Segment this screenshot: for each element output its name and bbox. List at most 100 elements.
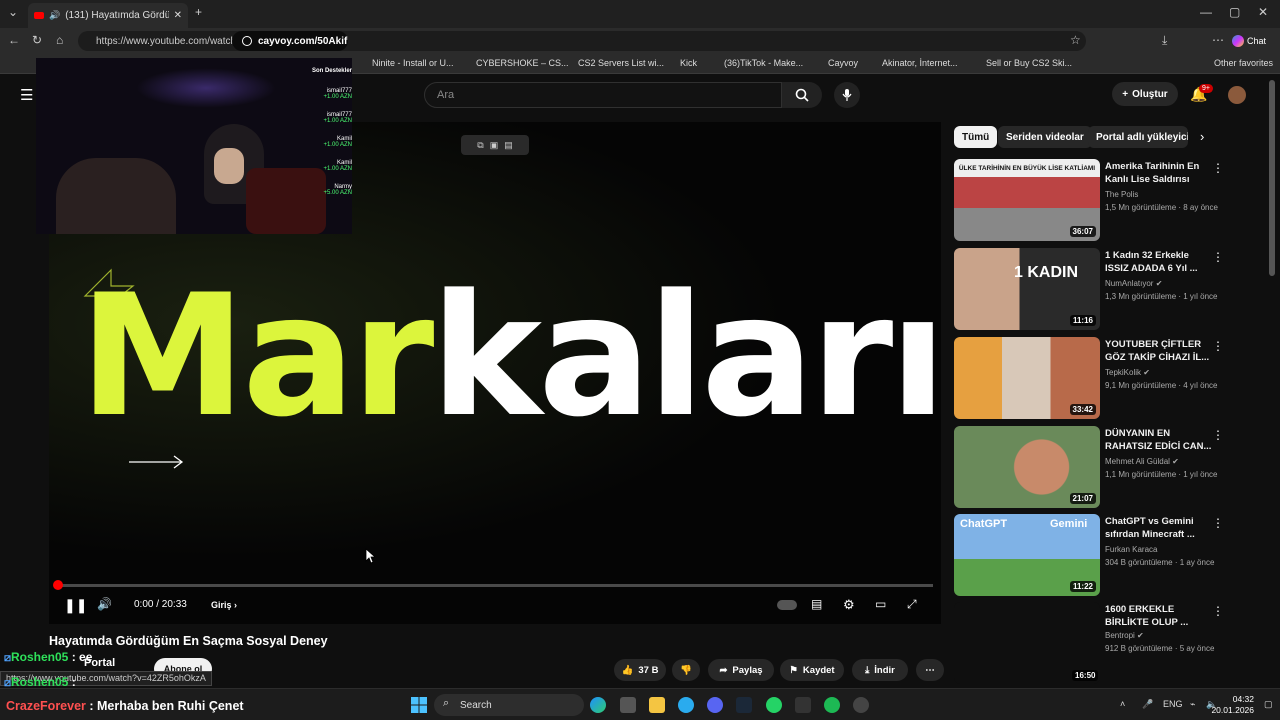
- pause-icon[interactable]: ❚❚: [64, 597, 87, 614]
- bookmark-item[interactable]: Kick: [680, 58, 697, 68]
- more-options-icon[interactable]: ⋮: [1212, 339, 1224, 353]
- theater-mode-icon[interactable]: ▭: [875, 597, 886, 611]
- subtitles-icon[interactable]: ▤: [811, 597, 822, 611]
- restore-icon[interactable]: ▢: [1229, 5, 1240, 19]
- progress-scrubber[interactable]: [53, 580, 63, 590]
- capture-icon[interactable]: ▣: [490, 140, 499, 151]
- channel-name[interactable]: NumAnlatıyor ✔: [1105, 279, 1162, 288]
- download-icon[interactable]: ⤓: [1162, 33, 1167, 48]
- notification-center-icon[interactable]: ▢: [1264, 699, 1273, 710]
- download-button[interactable]: ⤓ İndir: [852, 659, 908, 681]
- spotify-icon[interactable]: [824, 697, 840, 713]
- system-clock[interactable]: 04:32 20.01.2026: [1211, 694, 1254, 716]
- copilot-chat-button[interactable]: Chat: [1232, 32, 1274, 50]
- bookmark-item[interactable]: CS2 Servers List wi...: [578, 58, 664, 68]
- save-button[interactable]: ⚑ Kaydet: [780, 659, 844, 681]
- recommendation-item[interactable]: 33:42 YOUTUBER ÇİFTLER GÖZ TAKİP CİHAZI …: [954, 337, 1254, 421]
- tray-chevron-icon[interactable]: ˄: [1120, 699, 1125, 709]
- close-window-icon[interactable]: ✕: [1258, 5, 1268, 19]
- fullscreen-icon[interactable]: ⤢: [907, 597, 917, 612]
- more-options-icon[interactable]: ⋮: [1212, 428, 1224, 442]
- more-options-icon[interactable]: ⋮: [1212, 516, 1224, 530]
- more-actions-button[interactable]: ⋯: [916, 659, 944, 681]
- video-title[interactable]: 1 Kadın 32 Erkekle ISSIZ ADADA 6 Yıl ...: [1105, 249, 1213, 275]
- edge-icon[interactable]: [590, 697, 606, 713]
- dislike-button[interactable]: 👎: [672, 659, 700, 681]
- more-options-icon[interactable]: ⋮: [1212, 161, 1224, 175]
- windows-start-icon[interactable]: [411, 697, 427, 713]
- channel-name[interactable]: TepkiKolik ✔: [1105, 368, 1150, 377]
- language-indicator[interactable]: ENG: [1163, 699, 1183, 709]
- pip-icon[interactable]: ⧉: [477, 140, 483, 151]
- thumbnail[interactable]: 21:07: [954, 426, 1100, 508]
- bookmark-item[interactable]: Cayvoy: [828, 58, 858, 68]
- search-button[interactable]: [782, 82, 822, 108]
- share-button[interactable]: ➦ Paylaş: [708, 659, 774, 681]
- app-icon[interactable]: [853, 697, 869, 713]
- browser-tab[interactable]: 🔊 (131) Hayatımda Gördüğüm E ✕: [28, 3, 188, 28]
- video-title[interactable]: 1600 ERKEKLE BİRLİKTE OLUP ...: [1105, 603, 1213, 629]
- video-title[interactable]: Amerika Tarihinin En Kanlı Lise Saldırıs…: [1105, 160, 1213, 186]
- chip-all[interactable]: Tümü: [954, 126, 998, 148]
- recommendation-item[interactable]: 16:50 1600 ERKEKLE BİRLİKTE OLUP ... Ben…: [954, 602, 1254, 684]
- recommendation-item[interactable]: ChatGPT Gemini 11:22 ChatGPT vs Gemini s…: [954, 514, 1254, 598]
- url-field[interactable]: https://www.youtube.com/watch: [78, 31, 1086, 51]
- taskbar-search[interactable]: ⌕ Search: [434, 694, 584, 716]
- more-options-icon[interactable]: ⋮: [1212, 250, 1224, 264]
- thumbnail[interactable]: ÜLKE TARİHİNİN EN BÜYÜK LİSE KATLİAMI 36…: [954, 159, 1100, 241]
- chip-uploader[interactable]: Portal adlı yükleyicid: [1088, 126, 1188, 148]
- thumbnail[interactable]: 33:42: [954, 337, 1100, 419]
- other-favorites[interactable]: Other favorites: [1214, 58, 1273, 68]
- discord-icon[interactable]: [707, 697, 723, 713]
- page-scrollbar[interactable]: [1269, 80, 1275, 276]
- thumbnail[interactable]: 16:50: [954, 602, 1100, 684]
- settings-gear-icon[interactable]: ⚙: [843, 597, 855, 613]
- chapter-button[interactable]: Giriş ›: [211, 600, 237, 610]
- telegram-icon[interactable]: [678, 697, 694, 713]
- more-options-icon[interactable]: ⋮: [1212, 604, 1224, 618]
- search-input[interactable]: Ara: [424, 82, 782, 108]
- recommendation-item[interactable]: ÜLKE TARİHİNİN EN BÜYÜK LİSE KATLİAMI 36…: [954, 159, 1254, 243]
- channel-name[interactable]: Furkan Karaca: [1105, 545, 1157, 554]
- store-icon[interactable]: [620, 697, 636, 713]
- bookmark-item[interactable]: CYBERSHOKE – CS...: [476, 58, 569, 68]
- network-icon[interactable]: ⌁: [1190, 699, 1195, 710]
- chips-next-icon[interactable]: ›: [1200, 129, 1204, 144]
- bookmark-item[interactable]: Sell or Buy CS2 Ski...: [986, 58, 1072, 68]
- channel-name[interactable]: The Polis: [1105, 190, 1138, 199]
- bookmark-item[interactable]: (36)TikTok - Make...: [724, 58, 803, 68]
- video-title[interactable]: ChatGPT vs Gemini sıfırdan Minecraft ...: [1105, 515, 1213, 541]
- favorite-star-icon[interactable]: ☆: [1070, 33, 1081, 47]
- notes-icon[interactable]: ▤: [504, 140, 513, 151]
- channel-name[interactable]: Mehmet Ali Güldal ✔: [1105, 457, 1179, 466]
- video-title[interactable]: DÜNYANIN EN RAHATSIZ EDİCİ CAN...: [1105, 427, 1213, 453]
- autoplay-toggle[interactable]: [777, 600, 797, 610]
- recommendation-item[interactable]: 21:07 DÜNYANIN EN RAHATSIZ EDİCİ CAN... …: [954, 426, 1254, 510]
- steam-icon[interactable]: [736, 697, 752, 713]
- chip-series-videos[interactable]: Seriden videolar: [998, 126, 1092, 148]
- voice-search-button[interactable]: [834, 82, 860, 108]
- file-explorer-icon[interactable]: [649, 697, 665, 713]
- video-title[interactable]: YOUTUBER ÇİFTLER GÖZ TAKİP CİHAZI İL...: [1105, 338, 1213, 364]
- home-icon[interactable]: ⌂: [56, 33, 63, 47]
- mic-tray-icon[interactable]: 🎤: [1142, 699, 1153, 710]
- thumbnail[interactable]: ChatGPT Gemini 11:22: [954, 514, 1100, 596]
- tab-list-icon[interactable]: ⌄: [8, 5, 18, 19]
- epic-games-icon[interactable]: [795, 697, 811, 713]
- like-button[interactable]: 👍 37 B: [614, 659, 666, 681]
- thumbnail[interactable]: 1 KADIN 11:16: [954, 248, 1100, 330]
- volume-icon[interactable]: 🔊: [97, 597, 112, 611]
- reload-icon[interactable]: ↻: [32, 33, 42, 47]
- hamburger-menu-icon[interactable]: ☰: [20, 86, 33, 104]
- bookmark-item[interactable]: Akinator, İnternet...: [882, 58, 958, 68]
- new-tab-icon[interactable]: +: [195, 5, 202, 19]
- create-button[interactable]: + Oluştur: [1112, 82, 1178, 106]
- audio-icon[interactable]: 🔊: [49, 10, 60, 21]
- back-icon[interactable]: ←: [8, 33, 20, 47]
- progress-bar[interactable]: [57, 584, 933, 587]
- minimize-icon[interactable]: —: [1200, 5, 1212, 19]
- bookmark-item[interactable]: Ninite - Install or U...: [372, 58, 454, 68]
- recommendation-item[interactable]: 1 KADIN 11:16 1 Kadın 32 Erkekle ISSIZ A…: [954, 248, 1254, 332]
- more-icon[interactable]: ⋯: [1212, 33, 1224, 47]
- avatar[interactable]: [1228, 86, 1246, 104]
